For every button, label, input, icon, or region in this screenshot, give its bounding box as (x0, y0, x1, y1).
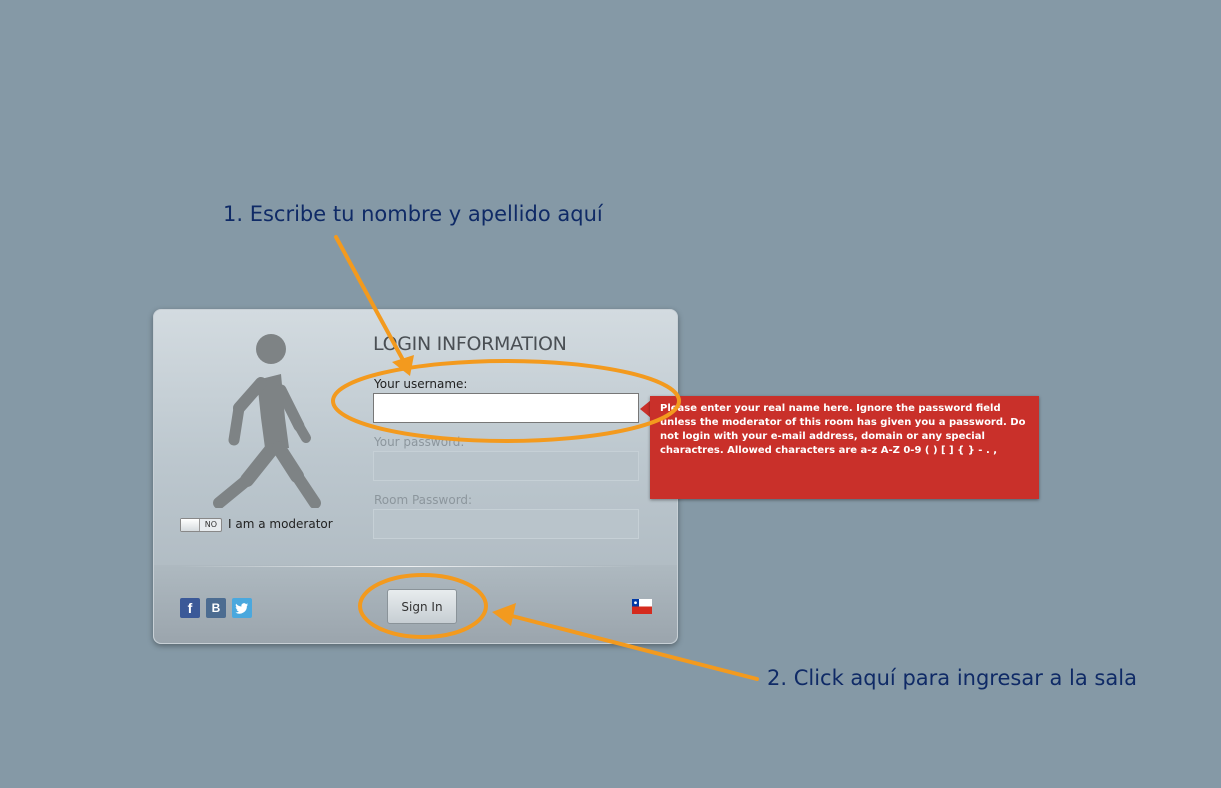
chile-flag-icon[interactable] (632, 599, 652, 614)
twitter-icon[interactable] (232, 598, 252, 618)
annotation-step-2: 2. Click aquí para ingresar a la sala (767, 666, 1137, 690)
room-password-label: Room Password: (374, 493, 473, 507)
login-panel: LOGIN INFORMATION Your username: Your pa… (153, 309, 678, 644)
password-input[interactable] (373, 451, 639, 481)
divider (179, 566, 637, 567)
moderator-label: I am a moderator (228, 517, 333, 531)
login-title: LOGIN INFORMATION (373, 333, 567, 355)
sign-in-button[interactable]: Sign In (387, 589, 457, 624)
username-label: Your username: (374, 377, 468, 391)
twitter-bird-icon (235, 603, 248, 614)
annotation-step-1: 1. Escribe tu nombre y apellido aquí (223, 202, 603, 226)
walking-person-icon (213, 334, 321, 508)
toggle-state: NO (204, 520, 217, 529)
facebook-icon[interactable]: f (180, 598, 200, 618)
toggle-knob (181, 519, 200, 531)
page: 1. Escribe tu nombre y apellido aquí 2. … (0, 0, 1221, 788)
username-hint-tooltip: Please enter your real name here. Ignore… (650, 396, 1039, 499)
moderator-toggle[interactable]: NO (180, 518, 222, 532)
room-password-input[interactable] (373, 509, 639, 539)
password-label: Your password: (374, 435, 465, 449)
username-input[interactable] (373, 393, 639, 423)
vkontakte-icon[interactable]: B (206, 598, 226, 618)
